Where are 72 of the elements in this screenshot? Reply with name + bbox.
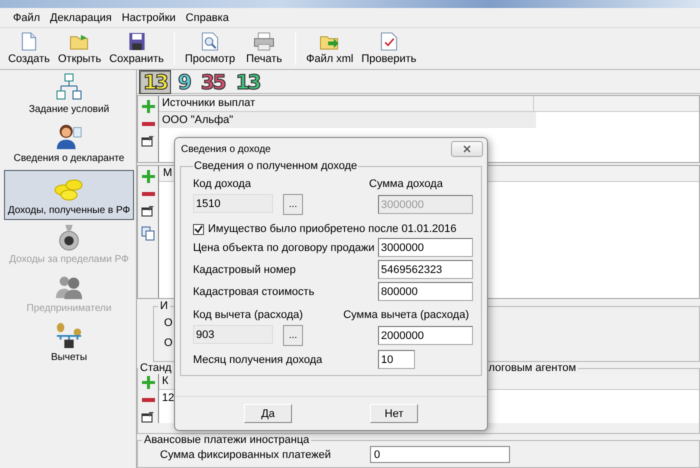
group-title: Сведения о полученном доходе <box>193 160 358 172</box>
minus-icon[interactable] <box>142 192 154 196</box>
browse-button[interactable]: ... <box>283 194 303 215</box>
toolbar-button[interactable]: Сохранить <box>105 30 168 67</box>
close-button[interactable] <box>451 141 483 157</box>
field-label: Кадастровый номер <box>193 264 296 276</box>
person-icon <box>54 122 84 150</box>
toolbar-button[interactable]: Создать <box>4 30 54 67</box>
checkbox[interactable] <box>193 224 204 234</box>
edit-window-icon[interactable] <box>141 205 155 217</box>
group-title: Авансовые платежи иностранца <box>144 434 310 446</box>
sidebar-item[interactable]: Вычеты <box>4 320 134 367</box>
plus-icon[interactable] <box>142 100 154 113</box>
field-label: Сумма вычета (расхода) <box>343 309 469 321</box>
group-title: логовым агентом <box>488 362 576 374</box>
checkbox-label: Имущество было приобретено после 01.01.2016 <box>208 223 456 235</box>
field-label: Сумма дохода <box>369 178 444 190</box>
column-header[interactable]: М <box>159 166 176 181</box>
sidebar-item[interactable]: Задание условий <box>4 72 134 119</box>
toolbar-button[interactable]: Печать <box>239 30 290 67</box>
menu-item[interactable]: Декларация <box>49 10 113 24</box>
dialog-button[interactable]: Да <box>244 404 292 423</box>
sidebar-item[interactable]: Доходы, полученные в РФ <box>4 170 134 220</box>
tree-diagram-icon <box>56 73 82 101</box>
sidebar-item[interactable]: Сведения о декларанте <box>4 121 134 168</box>
close-icon <box>463 145 471 153</box>
field-label: Код вычета (расхода) <box>193 309 303 321</box>
field-label: Сумма фиксированных платежей <box>160 448 332 460</box>
preview-icon <box>201 32 219 51</box>
browse-button[interactable]: ... <box>283 325 303 346</box>
tax-rate-button[interactable]: 35 <box>196 70 229 94</box>
group-title: И <box>160 300 168 312</box>
menu-item[interactable]: Справка <box>184 10 230 24</box>
minus-icon[interactable] <box>142 398 154 402</box>
money-bag-icon <box>57 223 81 251</box>
table-row[interactable]: ООО "Альфа" <box>159 112 536 128</box>
group-text: О <box>164 316 173 331</box>
field-label: Код дохода <box>193 178 251 190</box>
input-field[interactable]: 5469562323 <box>378 260 473 279</box>
input-field[interactable]: 3000000 <box>378 238 473 257</box>
field-label: Кадастровая стоимость <box>193 286 314 298</box>
plus-icon[interactable] <box>142 376 154 389</box>
printer-icon <box>253 32 276 51</box>
minus-icon[interactable] <box>142 122 154 126</box>
table-cell-text: 12 <box>161 391 176 406</box>
toolbar-button[interactable]: Проверить <box>357 30 420 67</box>
edit-window-icon[interactable] <box>141 135 155 147</box>
group-text: О <box>164 336 173 351</box>
toolbar-button[interactable]: Файл xml <box>302 30 358 67</box>
menu-item[interactable]: Файл <box>12 10 42 24</box>
folder-icon <box>68 32 91 51</box>
column-header[interactable]: К <box>159 374 172 389</box>
plus-icon[interactable] <box>142 170 154 183</box>
checked-document-icon <box>380 32 398 51</box>
input-field[interactable]: 903 <box>193 325 273 344</box>
field-label: Месяц получения дохода <box>193 354 322 366</box>
dialog-button[interactable]: Нет <box>370 404 418 423</box>
input-field[interactable]: 2000000 <box>378 326 473 345</box>
input-field[interactable]: 0 <box>370 446 510 463</box>
document-icon <box>21 32 37 51</box>
input-field[interactable]: 1510 <box>193 194 273 213</box>
copy-icon[interactable] <box>141 226 155 241</box>
input-field[interactable]: 800000 <box>378 282 473 301</box>
toolbar-button[interactable]: Просмотр <box>180 30 240 67</box>
input-field[interactable]: 10 <box>378 350 415 369</box>
menu-item[interactable]: Настройки <box>120 10 177 24</box>
edit-window-icon[interactable] <box>141 411 155 423</box>
field-label: Цена объекта по договору продажи <box>193 242 375 254</box>
dialog-title: Сведения о доходе <box>181 144 271 154</box>
group-title: Станд <box>140 362 172 374</box>
toolbar-button[interactable]: Открыть <box>54 30 106 67</box>
scales-icon <box>54 321 84 349</box>
